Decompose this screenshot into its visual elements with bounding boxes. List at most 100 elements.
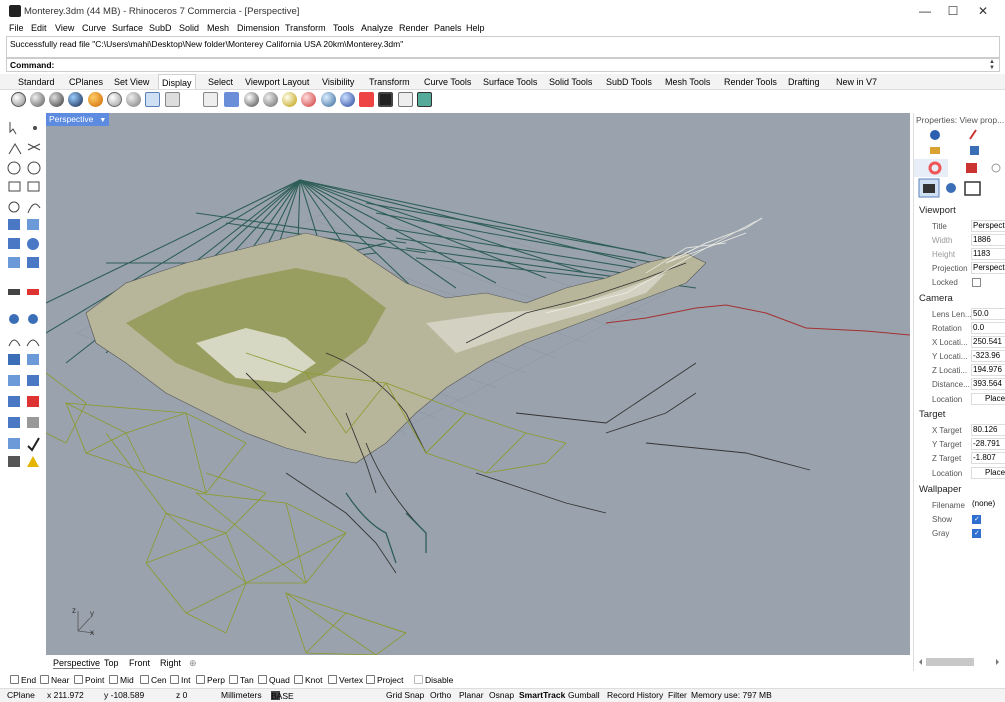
rotate-icon[interactable] <box>27 375 39 386</box>
status-ortho[interactable]: Ortho <box>430 690 451 700</box>
technical-icon[interactable] <box>126 92 141 107</box>
field-x-target[interactable]: 80.126 <box>971 424 1005 436</box>
vp-tab-front[interactable]: Front <box>129 658 150 668</box>
extrude-icon[interactable] <box>8 289 20 295</box>
tools-icon[interactable] <box>946 183 956 193</box>
target-place-button[interactable]: Place... <box>971 467 1005 479</box>
monochrome-icon[interactable] <box>165 92 180 107</box>
scroll-left-icon[interactable] <box>919 659 922 665</box>
wireframe-icon[interactable] <box>11 92 26 107</box>
osnap-project[interactable]: Project <box>366 675 403 685</box>
model-render[interactable]: z y x <box>46 113 910 655</box>
osnap-int-checkbox[interactable] <box>170 675 179 684</box>
arctic-icon[interactable] <box>203 92 218 107</box>
tab-curve-tools[interactable]: Curve Tools <box>421 76 474 88</box>
curve-icon[interactable] <box>27 203 41 214</box>
field-filename[interactable]: (none) <box>971 499 1005 511</box>
dimension-icon[interactable] <box>27 396 39 407</box>
boolean-icon[interactable] <box>27 289 39 295</box>
tab-new-in-v7[interactable]: New in V7 <box>833 76 880 88</box>
tab-standard[interactable]: Standard <box>15 76 58 88</box>
osnap-near-checkbox[interactable] <box>40 675 49 684</box>
brush-icon[interactable] <box>969 129 977 140</box>
tab-select[interactable]: Select <box>205 76 236 88</box>
frame-icon[interactable] <box>964 181 981 196</box>
status-smarttrack[interactable]: SmartTrack <box>519 690 565 700</box>
warning-icon[interactable] <box>27 456 39 467</box>
menu-surface[interactable]: Surface <box>112 23 143 33</box>
rectangle-icon[interactable] <box>27 181 40 192</box>
osnap-point[interactable]: Point <box>74 675 104 685</box>
osnap-cen-checkbox[interactable] <box>140 675 149 684</box>
vp-tab-top[interactable]: Top <box>104 658 119 668</box>
status-planar[interactable]: Planar <box>459 690 484 700</box>
status-filter[interactable]: Filter <box>668 690 687 700</box>
command-scroll-icon[interactable]: ▲ ▼ <box>989 59 997 71</box>
menu-help[interactable]: Help <box>466 23 485 33</box>
menu-subd[interactable]: SubD <box>149 23 172 33</box>
menu-transform[interactable]: Transform <box>285 23 326 33</box>
field-title[interactable]: Perspective <box>971 220 1005 232</box>
status-units[interactable]: Millimeters <box>221 690 262 700</box>
light-icon[interactable] <box>282 92 297 107</box>
menu-render[interactable]: Render <box>399 23 429 33</box>
status-gumball[interactable]: Gumball <box>568 690 600 700</box>
status-grid-snap[interactable]: Grid Snap <box>386 690 424 700</box>
camera-place-button[interactable]: Place... <box>971 393 1005 405</box>
tab-solid-tools[interactable]: Solid Tools <box>546 76 595 88</box>
close-button[interactable]: ✕ <box>968 2 998 20</box>
checkbox-show[interactable] <box>972 515 981 524</box>
scroll-right-icon[interactable] <box>996 659 999 665</box>
annotation-icon[interactable] <box>27 417 39 428</box>
tab-viewport-layout[interactable]: Viewport Layout <box>242 76 312 88</box>
settings-icon[interactable] <box>991 163 1001 173</box>
explode-icon[interactable] <box>359 92 374 107</box>
minimize-button[interactable]: — <box>910 2 940 20</box>
field-z-location[interactable]: 194.976 <box>971 364 1005 376</box>
tab-display[interactable]: Display <box>158 74 196 89</box>
tool-palette-icons[interactable] <box>6 116 46 468</box>
sphere-icon[interactable] <box>244 92 259 107</box>
properties-scrollbar[interactable] <box>916 656 1002 668</box>
osnap-disable-checkbox[interactable] <box>414 675 423 684</box>
select-arrow-icon[interactable] <box>9 122 17 135</box>
osnap-mid-checkbox[interactable] <box>109 675 118 684</box>
osnap-project-checkbox[interactable] <box>366 675 375 684</box>
checkbox-gray[interactable] <box>972 529 981 538</box>
status-osnap[interactable]: Osnap <box>489 690 514 700</box>
loft-icon[interactable] <box>27 219 39 230</box>
menu-file[interactable]: File <box>9 23 24 33</box>
tab-drafting[interactable]: Drafting <box>785 76 823 88</box>
snapshot-icon[interactable] <box>417 92 432 107</box>
field-x-location[interactable]: 250.541 <box>971 336 1005 348</box>
menu-solid[interactable]: Solid <box>179 23 199 33</box>
menu-curve[interactable]: Curve <box>82 23 106 33</box>
sphere-solid-icon[interactable] <box>27 238 39 250</box>
tab-transform[interactable]: Transform <box>366 76 413 88</box>
artistic-icon[interactable] <box>88 92 103 107</box>
maximize-button[interactable]: ☐ <box>938 2 968 20</box>
fillet-icon[interactable] <box>9 314 19 324</box>
camera-icon[interactable] <box>923 184 935 193</box>
layout-icon[interactable] <box>8 417 20 428</box>
command-history[interactable]: Successfully read file "C:\Users\mahi\De… <box>6 36 1000 58</box>
osnap-knot-checkbox[interactable] <box>294 675 303 684</box>
xray-icon[interactable] <box>107 92 122 107</box>
status-record-history[interactable]: Record History <box>607 690 663 700</box>
tab-mesh-tools[interactable]: Mesh Tools <box>662 76 713 88</box>
tab-surface-tools[interactable]: Surface Tools <box>480 76 540 88</box>
tab-subd-tools[interactable]: SubD Tools <box>603 76 655 88</box>
osnap-knot[interactable]: Knot <box>294 675 323 685</box>
object-properties-icon[interactable] <box>930 130 940 140</box>
polygon-icon[interactable] <box>8 201 20 213</box>
clipping-plane-icon[interactable] <box>321 92 336 107</box>
tab-set-view[interactable]: Set View <box>111 76 152 88</box>
tab-visibility[interactable]: Visibility <box>319 76 357 88</box>
polyline-icon[interactable] <box>8 143 22 155</box>
osnap-end[interactable]: End <box>10 675 36 685</box>
offset-icon[interactable] <box>8 339 21 347</box>
surface-icon[interactable] <box>8 219 20 230</box>
check-icon[interactable] <box>27 437 40 452</box>
monitor-icon[interactable] <box>378 92 393 107</box>
scroll-thumb[interactable] <box>926 658 974 666</box>
